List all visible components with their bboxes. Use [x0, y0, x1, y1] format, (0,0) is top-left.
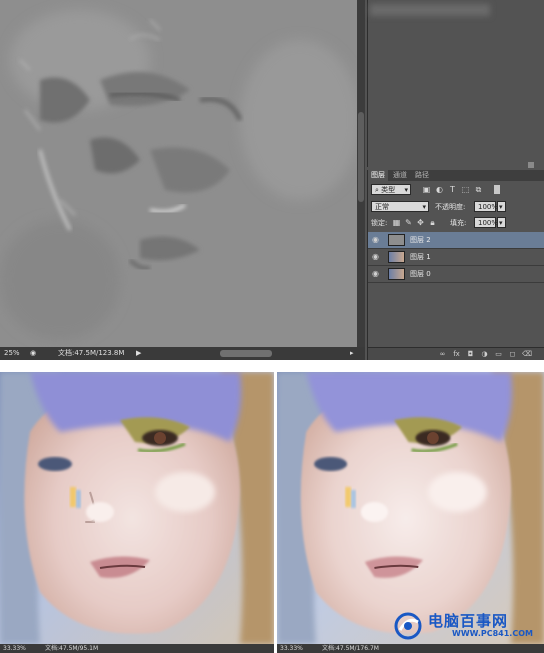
watermark-url: WWW.PC841.COM [452, 629, 533, 638]
zoom-level[interactable]: 33.33% [280, 644, 303, 653]
new-layer-icon[interactable]: ◻ [508, 350, 517, 359]
layer-thumbnail [388, 234, 405, 246]
layer-name: 图层 1 [410, 253, 431, 261]
mask-icon[interactable]: ◘ [466, 350, 475, 359]
brush-icon[interactable]: ✎ [404, 218, 413, 227]
blend-mode-value: 正常 [375, 203, 389, 211]
high-pass-layer-image [0, 0, 357, 347]
filter-label: 类型 [381, 186, 396, 194]
horizontal-scrollbar-thumb[interactable] [220, 350, 272, 357]
lock-label: 锁定: [371, 219, 388, 227]
photo-before [0, 372, 274, 644]
status-menu-icon[interactable]: ◉ [30, 347, 36, 360]
fill-label: 填充: [450, 219, 467, 227]
panel-tabs: 图层 通道 路径 [368, 170, 544, 181]
scrollbar-thumb[interactable] [358, 112, 364, 202]
layer-name: 图层 0 [410, 270, 431, 278]
photo-after-status: 33.33% 文档:47.5M/176.7M [277, 644, 544, 653]
tab-layers[interactable]: 图层 [368, 170, 388, 181]
doc-size: 文档:47.5M/95.1M [45, 645, 99, 652]
pixel-filter-icon[interactable]: ▣ [422, 185, 431, 194]
eye-icon[interactable]: ◉ [372, 235, 381, 244]
layer-thumbnail [388, 251, 405, 263]
adjustment-icon[interactable]: ◑ [480, 350, 489, 359]
shape-filter-icon[interactable]: ⬚ [461, 185, 470, 194]
eye-icon[interactable]: ◉ [372, 252, 381, 261]
layer-row-1[interactable]: ◉ 图层 1 [368, 249, 544, 266]
fill-value: 100% [478, 219, 499, 227]
blend-row: 正常 ▾ 不透明度: 100% ▾ [368, 199, 544, 215]
status-bar: 25% ◉ 文档:47.5M/123.8M ▶ ▸ [0, 347, 365, 360]
vertical-scrollbar[interactable] [357, 0, 365, 347]
trash-icon[interactable] [528, 162, 534, 168]
opacity-value: 100% [478, 203, 499, 211]
search-icon: ⌕ [375, 186, 379, 194]
portrait-image [0, 372, 274, 644]
fill-slider-toggle[interactable]: ▾ [497, 217, 506, 228]
photo-before-status: 33.33% 文档:47.5M/95.1M [0, 644, 274, 653]
lock-row: 锁定: ▦ ✎ ✥ 🔒︎ 填充: 100% ▾ [368, 215, 544, 231]
doc-size: 文档:47.5M/123.8M [58, 349, 125, 357]
blend-mode-dropdown[interactable]: 正常 ▾ [371, 201, 429, 212]
filter-row: ⌕ 类型 ▾ ▣ ◐ T ⬚ ⧉ [368, 182, 544, 198]
smart-object-filter-icon[interactable]: ⧉ [474, 185, 483, 194]
lock-transparent-icon[interactable]: ▦ [392, 218, 401, 227]
doc-size: 文档:47.5M/176.7M [322, 645, 379, 652]
link-icon[interactable]: ∞ [438, 350, 447, 359]
zoom-level[interactable]: 25% [4, 347, 20, 360]
opacity-slider-toggle[interactable]: ▾ [497, 201, 506, 212]
status-arrow-icon[interactable]: ▶ [136, 347, 141, 360]
chevron-down-icon: ▾ [404, 186, 408, 194]
trash-icon[interactable]: ⌫ [522, 350, 532, 359]
adjustment-filter-icon[interactable]: ◐ [435, 185, 444, 194]
lock-icon[interactable]: 🔒︎ [428, 218, 437, 227]
filter-type-dropdown[interactable]: ⌕ 类型 ▾ [371, 184, 411, 195]
filter-toggle[interactable] [494, 185, 500, 194]
blurred-panel-text [370, 4, 490, 16]
scroll-right-icon[interactable]: ▸ [350, 347, 354, 360]
watermark-title: 电脑百事网 [428, 612, 509, 630]
fill-input[interactable]: 100% [474, 217, 499, 228]
document-canvas[interactable] [0, 0, 357, 347]
layer-row-2[interactable]: ◉ 图层 2 [368, 232, 544, 249]
photo-after [277, 372, 544, 644]
opacity-label: 不透明度: [435, 203, 466, 211]
separator [0, 360, 544, 370]
layer-row-0[interactable]: ◉ 图层 0 [368, 266, 544, 283]
layers-footer: ∞ fx ◘ ◑ ▭ ◻ ⌫ [368, 347, 544, 361]
chevron-down-icon: ▾ [422, 203, 426, 211]
portrait-image [277, 372, 544, 644]
opacity-input[interactable]: 100% [474, 201, 499, 212]
site-watermark: 电脑百事网 WWW.PC841.COM [392, 608, 542, 642]
zoom-level[interactable]: 33.33% [3, 644, 26, 653]
type-filter-icon[interactable]: T [448, 185, 457, 194]
watermark-logo-icon [394, 612, 422, 640]
layer-thumbnail [388, 268, 405, 280]
eye-icon[interactable]: ◉ [372, 269, 381, 278]
upper-panel [367, 0, 544, 167]
tab-paths[interactable]: 路径 [412, 170, 432, 181]
move-icon[interactable]: ✥ [416, 218, 425, 227]
layers-panel: 图层 通道 路径 ⌕ 类型 ▾ ▣ ◐ T ⬚ ⧉ 正常 ▾ 不透明度: 100… [367, 170, 544, 361]
folder-icon[interactable]: ▭ [494, 350, 503, 359]
fx-icon[interactable]: fx [452, 350, 461, 359]
layer-name: 图层 2 [410, 236, 431, 244]
photoshop-window: 25% ◉ 文档:47.5M/123.8M ▶ ▸ 图层 通道 路径 ⌕ 类型 … [0, 0, 544, 361]
tab-channels[interactable]: 通道 [390, 170, 410, 181]
